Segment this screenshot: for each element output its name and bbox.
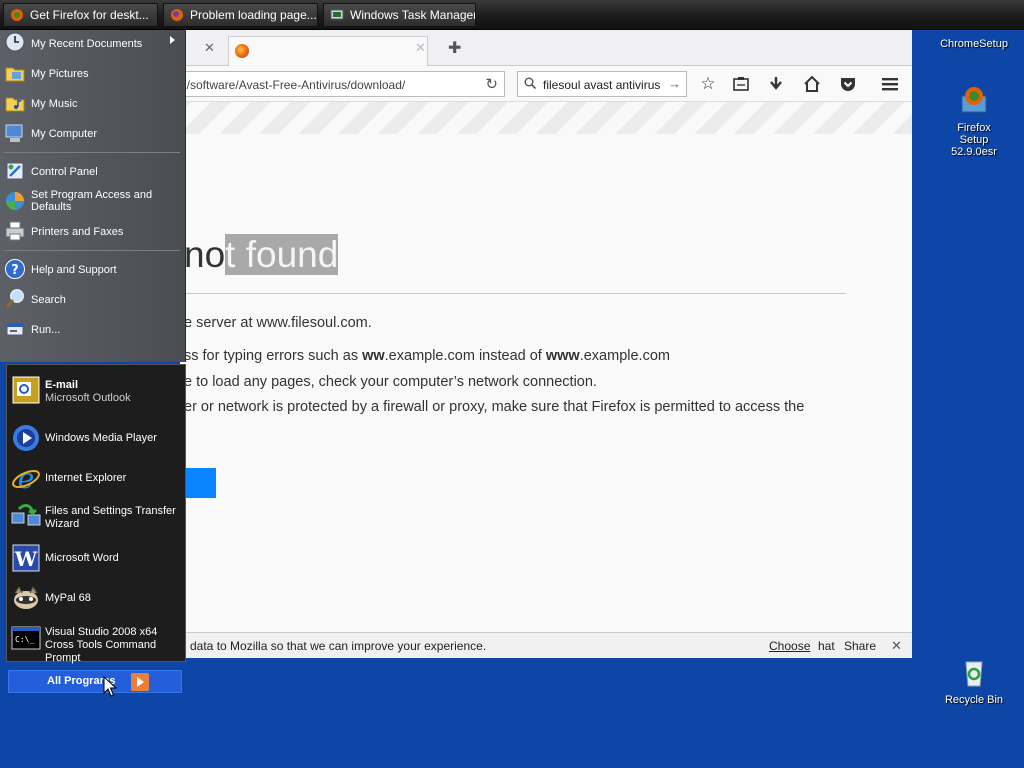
control-panel-icon — [6, 162, 24, 180]
submenu-arrow-icon — [170, 36, 175, 44]
firefox-window: ✕ ✕ ✚ n/software/Avast-Free-Antivirus/do… — [180, 30, 912, 658]
pictures-folder-icon — [5, 67, 25, 82]
svg-text:C:\_: C:\_ — [15, 635, 34, 644]
tab-close-icon[interactable]: ✕ — [415, 40, 426, 56]
transfer-wizard-icon — [11, 504, 41, 526]
downloads-icon[interactable] — [766, 74, 786, 94]
taskbar: Get Firefox for deskt... Problem loading… — [0, 0, 1024, 30]
start-item-help[interactable]: ? Help and Support — [0, 258, 186, 280]
recycle-bin-icon — [965, 661, 983, 687]
svg-text:W: W — [14, 547, 38, 571]
internet-explorer-icon: e — [12, 463, 40, 493]
desktop-icon-firefox-setup[interactable]: Firefox Setup 52.9.0esr — [934, 84, 1014, 158]
url-text: n/software/Avast-Free-Antivirus/download… — [180, 78, 406, 92]
search-bar[interactable]: filesoul avast antivirus → — [517, 71, 687, 97]
reading-list-icon[interactable] — [731, 74, 751, 94]
desktop-icon-chromesetup[interactable]: ChromeSetup — [934, 38, 1014, 50]
url-bar[interactable]: n/software/Avast-Free-Antivirus/download… — [180, 71, 505, 97]
pinned-vs-command-prompt[interactable]: C:\_ Visual Studio 2008 x64 Cross Tools … — [7, 623, 187, 664]
divider — [180, 293, 846, 294]
start-item-printers[interactable]: Printers and Faxes — [0, 220, 186, 242]
search-icon — [524, 77, 536, 89]
share-button[interactable]: Share — [844, 639, 876, 653]
pinned-email[interactable]: E-mail Microsoft Outlook — [7, 373, 187, 407]
error-tip: e to load any pages, check your computer… — [184, 374, 597, 390]
start-menu-places: My Recent Documents My Pictures My Music… — [0, 30, 186, 362]
pinned-media-player[interactable]: Windows Media Player — [7, 423, 187, 455]
what-i-share-button[interactable]: hat — [818, 639, 835, 653]
reload-icon[interactable]: ↻ — [485, 75, 498, 93]
bookmark-star-icon[interactable]: ☆ — [698, 74, 718, 94]
start-item-my-pictures[interactable]: My Pictures — [0, 62, 186, 84]
search-go-icon[interactable]: → — [668, 76, 681, 91]
start-item-run[interactable]: Run... — [0, 318, 186, 340]
start-item-my-computer[interactable]: My Computer — [0, 122, 186, 144]
navigation-toolbar: n/software/Avast-Free-Antivirus/download… — [180, 66, 912, 102]
pinned-internet-explorer[interactable]: e Internet Explorer — [7, 463, 187, 495]
task-manager-icon — [330, 9, 344, 20]
firefox-icon — [171, 9, 183, 21]
desktop-icon-recycle-bin[interactable]: Recycle Bin — [934, 656, 1014, 706]
tab-strip: ✕ ✕ ✚ — [180, 30, 912, 66]
firefox-icon — [235, 44, 249, 58]
new-tab-icon[interactable]: ✚ — [448, 38, 461, 58]
pinned-transfer-wizard[interactable]: Files and Settings Transfer Wizard — [7, 503, 187, 535]
all-programs-button[interactable]: All Programs — [8, 670, 182, 693]
run-icon — [6, 323, 24, 336]
tab-problem-loading[interactable] — [228, 36, 428, 66]
taskbar-button-problem-loading[interactable]: Problem loading page... — [163, 3, 318, 27]
recent-documents-icon — [5, 32, 25, 52]
separator — [4, 250, 180, 251]
media-player-icon — [13, 425, 39, 451]
start-menu-pinned: E-mail Microsoft Outlook Windows Media Pl… — [6, 364, 187, 664]
help-icon: ? — [5, 259, 25, 279]
error-title: not found — [184, 234, 339, 275]
outlook-icon — [12, 376, 40, 404]
home-icon[interactable] — [802, 74, 822, 94]
start-item-recent-documents[interactable]: My Recent Documents — [0, 32, 186, 54]
search-query: filesoul avast antivirus — [543, 78, 661, 92]
start-item-control-panel[interactable]: Control Panel — [0, 160, 186, 182]
music-folder-icon — [5, 97, 25, 112]
error-banner-stripes — [180, 102, 912, 134]
tab-close-icon[interactable]: ✕ — [204, 40, 215, 56]
svg-text:?: ? — [11, 263, 19, 278]
error-tip: ss for typing errors such as ww.example.… — [184, 348, 670, 364]
page-content: not found e server at www.filesoul.com. … — [180, 102, 912, 632]
separator — [4, 152, 180, 153]
close-icon[interactable]: ✕ — [891, 638, 902, 654]
taskbar-button-get-firefox[interactable]: Get Firefox for deskt... — [3, 3, 158, 27]
mypal-icon — [14, 586, 38, 609]
program-defaults-icon — [6, 192, 24, 210]
word-icon: W — [12, 544, 40, 572]
mouse-cursor-icon — [103, 676, 117, 697]
computer-icon — [5, 124, 23, 142]
search-icon — [5, 289, 24, 308]
notification-message: data to Mozilla so that we can improve y… — [190, 639, 487, 653]
start-item-program-access[interactable]: Set Program Access and Defaults — [0, 188, 186, 214]
choose-button[interactable]: Choose — [769, 639, 810, 653]
command-prompt-icon: C:\_ — [11, 626, 41, 650]
firefox-setup-icon — [961, 87, 987, 113]
printer-icon — [5, 221, 25, 241]
firefox-setup-icon — [11, 9, 23, 21]
selected-text: t found — [225, 234, 339, 275]
pinned-mypal[interactable]: MyPal 68 — [7, 583, 187, 615]
taskbar-button-task-manager[interactable]: Windows Task Manager — [323, 3, 476, 27]
svg-text:e: e — [18, 463, 35, 493]
pocket-icon[interactable] — [838, 74, 858, 94]
start-item-search[interactable]: Search — [0, 288, 186, 310]
error-description: e server at www.filesoul.com. — [184, 315, 372, 331]
error-tip: er or network is protected by a firewall… — [184, 399, 805, 415]
start-item-my-music[interactable]: My Music — [0, 92, 186, 114]
start-menu: My Recent Documents My Pictures My Music… — [0, 30, 186, 702]
arrow-right-icon — [131, 673, 149, 691]
notification-bar: data to Mozilla so that we can improve y… — [180, 632, 912, 658]
pinned-microsoft-word[interactable]: W Microsoft Word — [7, 543, 187, 575]
menu-icon[interactable] — [880, 74, 900, 94]
